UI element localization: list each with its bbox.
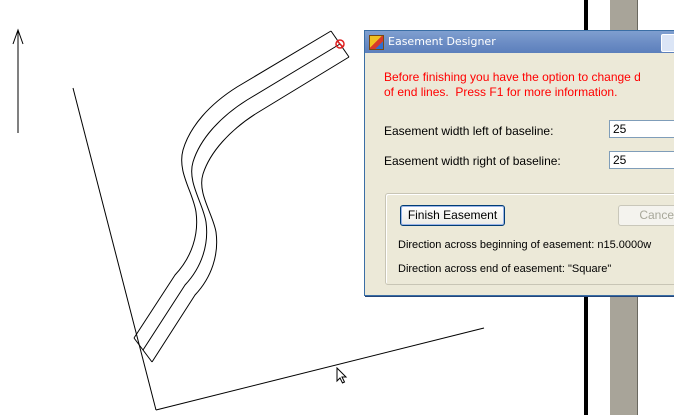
easement-designer-dialog: Easement Designer Before finishing you h…	[364, 30, 674, 296]
cursor-arrow-icon	[336, 367, 348, 384]
right-width-input[interactable]	[609, 151, 674, 169]
left-width-label: Easement width left of baseline:	[384, 124, 554, 138]
direction-end-text: Direction across end of easement: "Squar…	[398, 263, 612, 275]
easement-strip	[133, 30, 350, 363]
dialog-titlebar[interactable]: Easement Designer	[365, 31, 674, 53]
north-arrow-icon	[12, 28, 24, 133]
finish-easement-button[interactable]: Finish Easement	[400, 205, 505, 226]
cancel-button[interactable]: Cancel	[618, 205, 674, 226]
titlebar-button[interactable]	[661, 34, 674, 52]
endpoint-marker-icon	[335, 39, 345, 49]
right-width-label: Easement width right of baseline:	[384, 154, 561, 168]
direction-begin-text: Direction across beginning of easement: …	[398, 239, 652, 251]
app-icon	[369, 35, 384, 50]
warning-message: Before finishing you have the option to …	[384, 70, 641, 99]
left-width-input[interactable]	[609, 120, 674, 138]
dialog-title: Easement Designer	[388, 35, 496, 48]
